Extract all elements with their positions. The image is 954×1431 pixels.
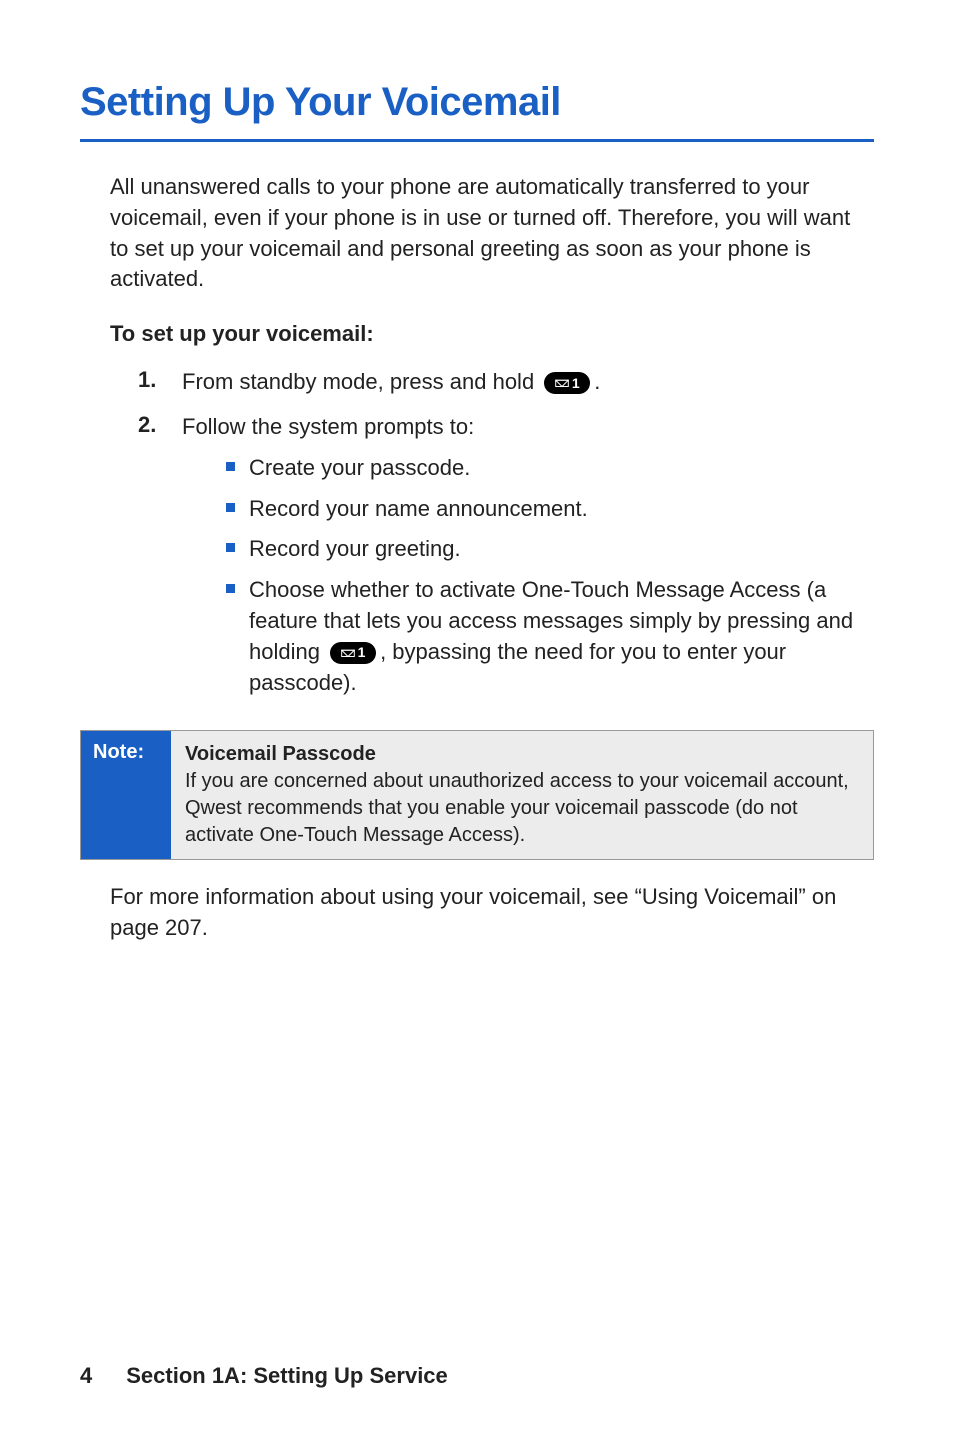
- sublist-item-onetouch: Choose whether to activate One-Touch Mes…: [226, 575, 874, 698]
- reference-line: For more information about using your vo…: [110, 882, 874, 944]
- key-1-digit: 1: [358, 643, 366, 663]
- sublist-item-name: Record your name announcement.: [226, 494, 874, 525]
- intro-paragraph: All unanswered calls to your phone are a…: [110, 172, 874, 295]
- step-1: 1. From standby mode, press and hold 1.: [138, 367, 874, 398]
- key-1-digit: 1: [572, 374, 580, 394]
- bullet-icon: [226, 503, 235, 512]
- note-text: If you are concerned about unauthorized …: [185, 768, 859, 849]
- note-body: Voicemail Passcode If you are concerned …: [171, 731, 873, 859]
- sublist-passcode-text: Create your passcode.: [249, 453, 874, 484]
- note-label: Note:: [81, 731, 171, 859]
- sublist-greeting-text: Record your greeting.: [249, 534, 874, 565]
- step-1-pre-text: From standby mode, press and hold: [182, 369, 540, 394]
- key-1-icon: 1: [544, 372, 590, 394]
- section-label: Section 1A: Setting Up Service: [126, 1363, 448, 1389]
- step-2: 2. Follow the system prompts to: Create …: [138, 412, 874, 708]
- page-title: Setting Up Your Voicemail: [80, 80, 874, 142]
- setup-subhead: To set up your voicemail:: [110, 321, 874, 347]
- key-1-icon: 1: [330, 642, 376, 664]
- sublist-name-text: Record your name announcement.: [249, 494, 874, 525]
- step-1-body: From standby mode, press and hold 1.: [182, 367, 874, 398]
- sublist-item-passcode: Create your passcode.: [226, 453, 874, 484]
- page-number: 4: [80, 1363, 92, 1389]
- sublist-item-greeting: Record your greeting.: [226, 534, 874, 565]
- step-2-body: Follow the system prompts to: Create you…: [182, 412, 874, 708]
- page-footer: 4 Section 1A: Setting Up Service: [80, 1363, 448, 1389]
- step-1-number: 1.: [138, 367, 182, 393]
- onetouch-post-text: , bypassing the need for you to enter yo…: [249, 639, 786, 695]
- note-title: Voicemail Passcode: [185, 741, 859, 768]
- step-1-post-text: .: [594, 369, 600, 394]
- bullet-icon: [226, 584, 235, 593]
- bullet-icon: [226, 543, 235, 552]
- steps-list: 1. From standby mode, press and hold 1. …: [138, 367, 874, 708]
- note-box: Note: Voicemail Passcode If you are conc…: [80, 730, 874, 860]
- step-2-sublist: Create your passcode. Record your name a…: [226, 453, 874, 699]
- step-2-text: Follow the system prompts to:: [182, 412, 874, 443]
- step-2-number: 2.: [138, 412, 182, 438]
- sublist-onetouch-text: Choose whether to activate One-Touch Mes…: [249, 575, 874, 698]
- bullet-icon: [226, 462, 235, 471]
